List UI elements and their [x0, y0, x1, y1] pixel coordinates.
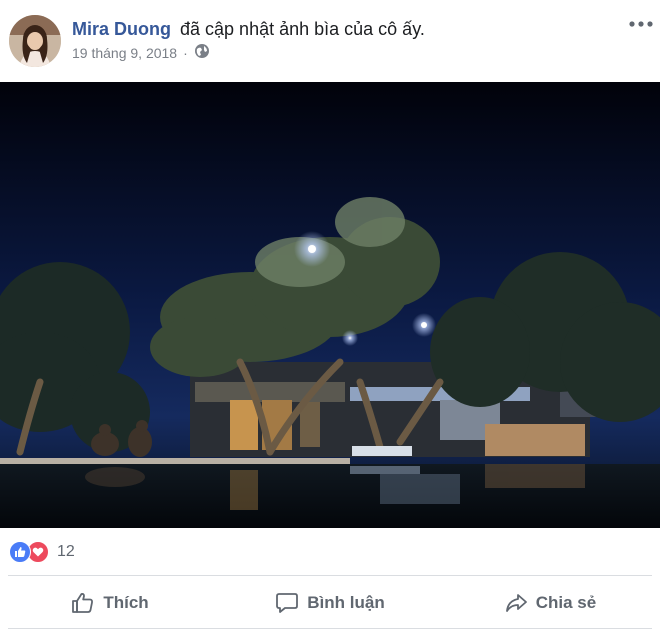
comment-button[interactable]: Bình luận	[220, 578, 440, 628]
like-button-label: Thích	[103, 593, 149, 612]
like-reaction-icon	[9, 541, 31, 563]
reaction-count[interactable]: 12	[57, 543, 75, 561]
reactions-summary[interactable]: 12	[9, 541, 75, 563]
meta-separator: ·	[183, 45, 188, 61]
post-header: Mira Duong đã cập nhật ảnh bìa của cô ấy…	[0, 0, 660, 82]
divider	[8, 575, 652, 576]
cover-photo[interactable]	[0, 82, 660, 528]
thumbs-up-icon	[71, 591, 95, 615]
avatar[interactable]	[9, 15, 61, 67]
share-icon	[504, 591, 528, 615]
more-options-icon[interactable]	[626, 14, 656, 34]
post-timestamp[interactable]: 19 tháng 9, 2018	[72, 44, 177, 62]
comment-button-label: Bình luận	[307, 593, 385, 612]
post-title: Mira Duong đã cập nhật ảnh bìa của cô ấy…	[72, 18, 425, 40]
share-button-label: Chia sẻ	[535, 593, 597, 612]
like-button[interactable]: Thích	[0, 578, 220, 628]
comment-icon	[275, 591, 299, 615]
post-action-text: đã cập nhật ảnh bìa của cô ấy.	[180, 19, 425, 39]
post-meta: 19 tháng 9, 2018 ·	[72, 43, 210, 63]
share-button[interactable]: Chia sẻ	[440, 578, 660, 628]
globe-icon[interactable]	[194, 43, 210, 63]
post-actions: Thích Bình luận Chia sẻ	[0, 578, 660, 628]
divider	[8, 628, 652, 629]
author-name-link[interactable]: Mira Duong	[72, 19, 171, 39]
avatar-image	[9, 15, 61, 67]
